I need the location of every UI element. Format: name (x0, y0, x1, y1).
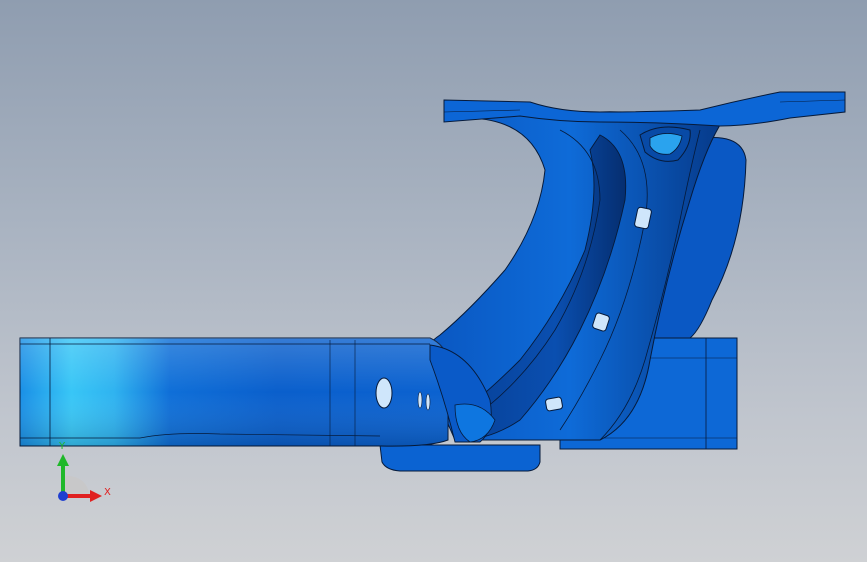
coordinate-triad: Y X (40, 438, 120, 510)
z-axis-origin-icon (58, 491, 68, 501)
bottom-mount-block (379, 444, 541, 472)
triad-xy-plane-icon (63, 475, 90, 496)
arm-slot-lower (545, 396, 563, 412)
y-axis-arrow-icon (57, 454, 69, 466)
x-axis-label: X (104, 487, 111, 498)
x-axis-arrow-icon (90, 490, 102, 502)
3d-part-model[interactable] (0, 0, 867, 562)
beam-bolt-hole (375, 377, 393, 409)
y-axis-label: Y (59, 441, 66, 452)
graphics-viewport[interactable]: Y X (0, 0, 867, 562)
